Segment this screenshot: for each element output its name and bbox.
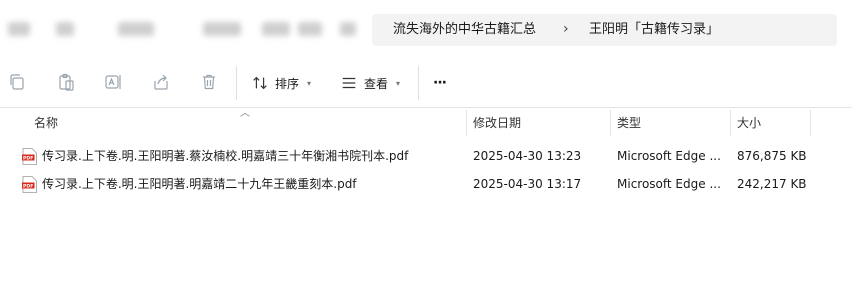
column-divider[interactable] xyxy=(730,110,731,136)
svg-text:PDF: PDF xyxy=(23,183,33,189)
column-header-type[interactable]: 类型 xyxy=(617,110,641,136)
column-header-size[interactable]: 大小 xyxy=(737,110,761,136)
blurred-tab-area xyxy=(298,22,322,36)
file-size: 242,217 KB xyxy=(737,177,807,191)
file-name: 传习录.上下卷.明.王阳明著.明嘉靖二十九年王畿重刻本.pdf xyxy=(42,177,357,191)
share-icon[interactable] xyxy=(151,72,171,92)
blurred-tab-area xyxy=(118,22,154,36)
file-modified: 2025-04-30 13:17 xyxy=(473,177,582,191)
pdf-icon: PDF xyxy=(22,176,37,193)
sort-icon xyxy=(253,76,267,90)
file-size: 876,875 KB xyxy=(737,149,807,163)
view-button[interactable]: 查看 ▾ xyxy=(340,70,400,96)
breadcrumb-item-current[interactable]: 王阳明「古籍传习录」 xyxy=(589,22,719,38)
sort-ascending-icon: ︿ xyxy=(240,108,250,119)
file-type: Microsoft Edge ... xyxy=(617,149,721,163)
column-header-modified[interactable]: 修改日期 xyxy=(473,110,521,136)
column-divider[interactable] xyxy=(466,110,467,136)
blurred-tab-area xyxy=(262,22,290,36)
rename-icon[interactable] xyxy=(103,72,123,92)
column-divider[interactable] xyxy=(810,110,811,136)
more-icon: ··· xyxy=(433,75,447,91)
blurred-tab-area xyxy=(56,22,74,36)
file-row[interactable]: PDF 传习录.上下卷.明.王阳明著.明嘉靖二十九年王畿重刻本.pdf 2025… xyxy=(18,170,838,198)
column-header-name[interactable]: 名称 xyxy=(34,110,58,136)
svg-text:PDF: PDF xyxy=(23,155,33,161)
command-bar: 排序 ▾ 查看 ▾ ··· xyxy=(0,58,852,108)
column-divider[interactable] xyxy=(610,110,611,136)
breadcrumb-item-parent[interactable]: 流失海外的中华古籍汇总 xyxy=(393,22,536,38)
sort-label: 排序 xyxy=(275,76,300,91)
address-bar-region: 流失海外的中华古籍汇总 › 王阳明「古籍传习录」 xyxy=(0,0,852,58)
file-name: 传习录.上下卷.明.王阳明著.蔡汝楠校.明嘉靖三十年衡湘书院刊本.pdf xyxy=(42,149,409,163)
chevron-down-icon: ▾ xyxy=(396,78,401,88)
chevron-down-icon: ▾ xyxy=(307,78,312,88)
view-label: 查看 xyxy=(364,76,389,91)
view-icon xyxy=(342,77,356,89)
file-row[interactable]: PDF 传习录.上下卷.明.王阳明著.蔡汝楠校.明嘉靖三十年衡湘书院刊本.pdf… xyxy=(18,142,838,170)
more-options-button[interactable]: ··· xyxy=(433,70,447,96)
toolbar-divider xyxy=(236,66,237,100)
blurred-tab-area xyxy=(203,22,241,36)
paste-icon[interactable] xyxy=(56,72,76,92)
breadcrumb-separator-icon[interactable]: › xyxy=(563,21,569,37)
blurred-tab-area xyxy=(8,22,30,36)
delete-icon[interactable] xyxy=(199,72,219,92)
sort-button[interactable]: 排序 ▾ xyxy=(251,70,311,96)
blurred-tab-area xyxy=(340,22,356,36)
file-type: Microsoft Edge ... xyxy=(617,177,721,191)
copy-icon[interactable] xyxy=(7,72,27,92)
pdf-icon: PDF xyxy=(22,148,37,165)
file-modified: 2025-04-30 13:23 xyxy=(473,149,582,163)
toolbar-divider xyxy=(418,66,419,100)
